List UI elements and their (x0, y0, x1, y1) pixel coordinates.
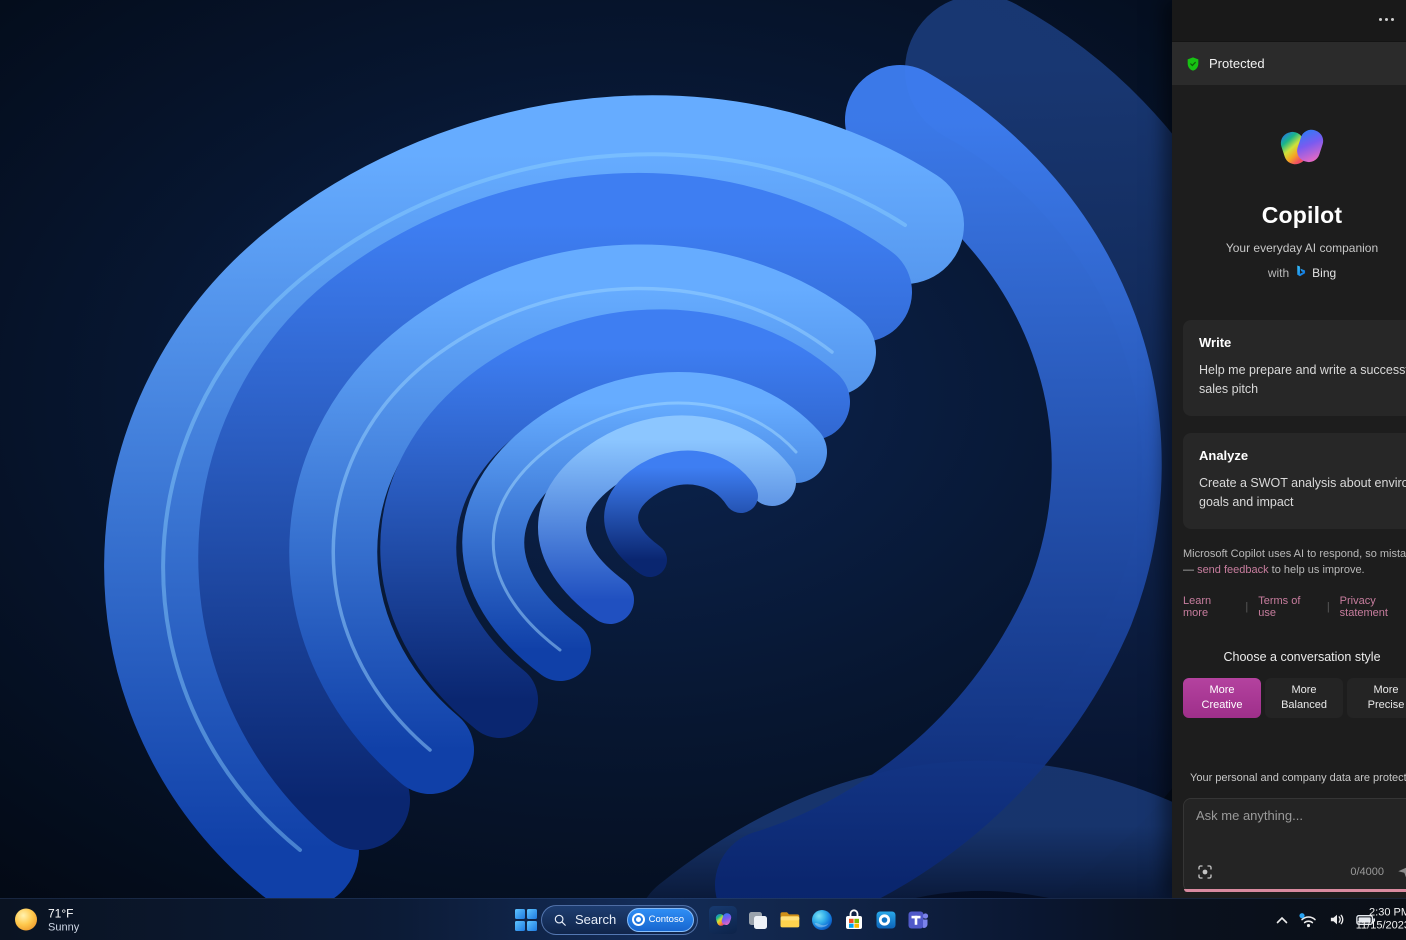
microsoft-store-icon (846, 908, 862, 929)
file-explorer-button[interactable] (776, 906, 804, 934)
style-more-balanced-button[interactable]: More Balanced (1265, 677, 1343, 718)
taskbar: 71°F Sunny Search Contoso 2:30 PM 11/15/… (0, 898, 1406, 940)
chevron-up-icon[interactable] (1276, 915, 1288, 924)
chat-input-toolbar: 0/4000 (1196, 863, 1406, 881)
contoso-label: Contoso (648, 914, 684, 925)
weather-temp: 71°F (48, 906, 74, 920)
weather-condition: Sunny (48, 921, 80, 933)
edge-icon (812, 909, 832, 930)
start-button[interactable] (512, 906, 540, 934)
copilot-subtitle: Your everyday AI companion (1225, 241, 1379, 255)
card-body: Help me prepare and write a successful s… (1199, 363, 1406, 397)
weather-widget[interactable]: 71°F Sunny (13, 906, 79, 933)
taskbar-search[interactable]: Search Contoso (541, 904, 698, 935)
copilot-icon (715, 913, 731, 926)
card-title: Analyze (1199, 447, 1249, 463)
search-icon (554, 914, 566, 926)
outlook-button[interactable] (872, 906, 900, 934)
wifi-icon[interactable] (1299, 912, 1318, 927)
terms-of-use-link[interactable]: Terms of use (1258, 595, 1317, 619)
send-feedback-link[interactable]: send feedback (1197, 564, 1269, 576)
sun-icon (15, 908, 37, 931)
card-body: Create a SWOT analysis about environment… (1199, 475, 1406, 510)
file-explorer-icon (780, 911, 800, 927)
bing-logo-icon (1297, 265, 1306, 277)
teams-button[interactable] (904, 906, 932, 934)
bing-label: Bing (1312, 265, 1337, 280)
windows-desktop-screen: { "colors": { "protected_green": "#17c21… (0, 0, 1406, 940)
copilot-title: Copilot (1261, 202, 1343, 228)
speaker-icon[interactable] (1329, 913, 1345, 927)
protected-label: Protected (1209, 56, 1265, 71)
with-label: with (1267, 265, 1290, 280)
search-placeholder: Search (575, 912, 617, 927)
data-protection-note: Your personal and company data are prote… (1172, 772, 1406, 785)
clock[interactable]: 2:30 PM 11/15/2023 (1356, 906, 1406, 934)
contoso-logo-icon (631, 913, 645, 926)
suggestion-card-write[interactable]: Write Help me prepare and write a succes… (1183, 320, 1406, 416)
privacy-statement-link[interactable]: Privacy statement (1340, 595, 1406, 619)
copilot-logo-icon (1280, 129, 1324, 165)
outlook-icon (876, 911, 896, 928)
task-view-button[interactable] (744, 906, 772, 934)
visual-search-icon[interactable] (1196, 863, 1214, 881)
ai-disclaimer: Microsoft Copilot uses AI to respond, so… (1183, 547, 1406, 577)
protected-badge[interactable]: Protected (1172, 42, 1406, 85)
suggestion-cards: Write Help me prepare and write a succes… (1172, 320, 1406, 529)
char-counter: 0/4000 (1350, 865, 1384, 878)
send-icon[interactable] (1396, 863, 1406, 881)
contoso-badge[interactable]: Contoso (626, 907, 694, 932)
conversation-style-heading: Choose a conversation style (1223, 649, 1381, 664)
teams-icon (908, 911, 929, 928)
copilot-taskbar-button[interactable] (709, 905, 737, 934)
style-more-creative-button[interactable]: More Creative (1183, 677, 1261, 718)
with-bing-row: with Bing (1172, 265, 1406, 280)
conversation-style-options: More Creative More Balanced More Precise (1183, 677, 1406, 718)
edge-button[interactable] (808, 906, 836, 934)
chat-input-box[interactable]: 0/4000 (1183, 797, 1406, 892)
card-title: Write (1199, 335, 1232, 350)
learn-more-link[interactable]: Learn more (1183, 595, 1235, 619)
copilot-hero: Copilot Your everyday AI companion with … (1172, 85, 1406, 280)
task-view-icon (749, 911, 767, 929)
chat-input[interactable] (1196, 807, 1406, 823)
tray-date: 11/15/2023 (1355, 919, 1406, 932)
style-more-precise-button[interactable]: More Precise (1347, 677, 1406, 718)
copilot-header (1172, 0, 1406, 42)
shield-check-icon (1187, 56, 1199, 71)
tray-time: 2:30 PM (1369, 905, 1406, 918)
weather-text: 71°F Sunny (48, 906, 79, 933)
copilot-sidebar: Protected Copilot Your everyday AI compa… (1172, 0, 1406, 898)
suggestion-card-analyze[interactable]: Analyze Create a SWOT analysis about env… (1183, 432, 1406, 529)
start-icon (515, 908, 537, 931)
more-horizontal-icon[interactable] (1379, 18, 1394, 21)
microsoft-store-button[interactable] (840, 906, 868, 934)
footer-links: Learn more | Terms of use | Privacy stat… (1183, 595, 1406, 619)
